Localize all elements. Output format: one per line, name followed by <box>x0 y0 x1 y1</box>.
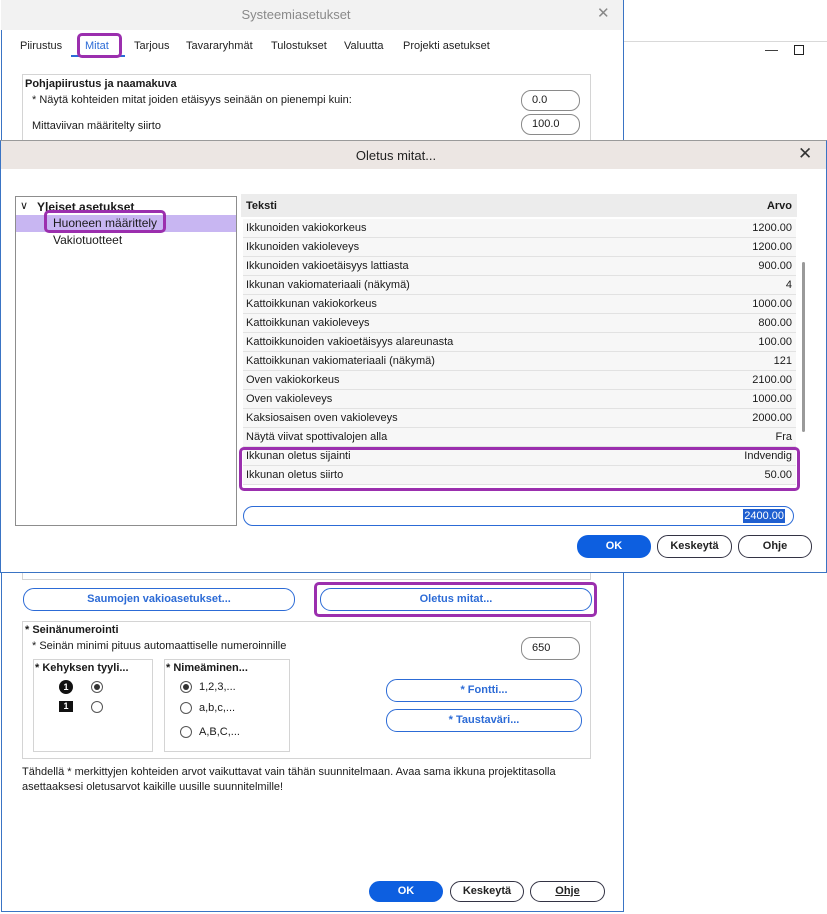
row-value: 2000.00 <box>752 412 792 424</box>
close-icon[interactable]: ✕ <box>597 4 610 22</box>
row-value: Fra <box>775 431 793 443</box>
row-value: 1000.00 <box>752 298 792 310</box>
dialog-titlebar: Oletus mitat... ✕ <box>1 141 826 169</box>
dimension-threshold-input[interactable]: 0.0 <box>521 90 580 111</box>
row-value: 100.00 <box>758 336 792 348</box>
table-row[interactable]: Näytä viivat spottivalojen alla Fra <box>243 428 796 447</box>
column-header-arvo: Arvo <box>766 200 792 212</box>
joint-defaults-button[interactable]: Saumojen vakioasetukset... <box>23 588 295 611</box>
dimensions-grid: Teksti Arvo Ikkunoiden vakiokorkeus 1200.… <box>241 194 801 489</box>
naming-option-label: A,B,C,... <box>199 726 240 738</box>
row-value: 900.00 <box>758 260 792 272</box>
row-text: Ikkunan vakiomateriaali (näkymä) <box>246 279 410 291</box>
default-dimensions-dialog: Oletus mitat... ✕ ∨ Yleiset asetukset Hu… <box>0 140 827 573</box>
table-row[interactable]: Kattoikkunan vakioleveys 800.00 <box>243 314 796 333</box>
frame-square-radio[interactable] <box>91 701 103 713</box>
naming-option-label: 1,2,3,... <box>199 681 236 693</box>
footer-note: Tähdellä * merkittyjen kohteiden arvot v… <box>22 766 556 793</box>
highlight-outline <box>239 447 800 491</box>
settings-tree: ∨ Yleiset asetukset Huoneen määrittely V… <box>15 196 237 526</box>
row-text: Näytä viivat spottivalojen alla <box>246 431 388 443</box>
row-value: 2100.00 <box>752 374 792 386</box>
dialog-ok-button[interactable]: OK <box>577 535 651 558</box>
row-text: Kattoikkunoiden vakioetäisyys alareunast… <box>246 336 454 348</box>
row-text: Oven vakioleveys <box>246 393 333 405</box>
dialog-help-button[interactable]: Ohje <box>738 535 812 558</box>
row-text: Kattoikkunan vakioleveys <box>246 317 370 329</box>
min-length-input[interactable]: 650 <box>521 637 580 660</box>
wall-numbering-title: * Seinänumerointi <box>25 624 119 636</box>
row-value: 121 <box>773 355 792 367</box>
grid-header: Teksti Arvo <box>241 194 797 217</box>
table-row[interactable]: Oven vakioleveys 1000.00 <box>243 390 796 409</box>
row-text: Oven vakiokorkeus <box>246 374 340 386</box>
row-text: Ikkunoiden vakioetäisyys lattiasta <box>246 260 409 272</box>
row-text: Ikkunoiden vakioleveys <box>246 241 360 253</box>
dialog-title: Oletus mitat... <box>355 148 437 163</box>
close-icon[interactable]: ✕ <box>798 144 812 164</box>
ok-button[interactable]: OK <box>369 881 443 902</box>
cancel-button[interactable]: Keskeytä <box>450 881 524 902</box>
row-text: Kattoikkunan vakiokorkeus <box>246 298 377 310</box>
table-row[interactable]: Kattoikkunan vakiomateriaali (näkymä) 121 <box>243 352 796 371</box>
row-text: Kattoikkunan vakiomateriaali (näkymä) <box>246 355 435 367</box>
group-edge <box>22 572 591 580</box>
font-button[interactable]: * Fontti... <box>386 679 582 702</box>
help-button[interactable]: Ohje <box>530 881 605 902</box>
table-row[interactable]: Oven vakiokorkeus 2100.00 <box>243 371 796 390</box>
dimension-offset-label: Mittaviivan määritelty siirto <box>32 120 161 132</box>
section-title: Pohjapiirustus ja naamakuva <box>25 78 177 90</box>
table-row[interactable]: Kaksiosaisen oven vakioleveys 2000.00 <box>243 409 796 428</box>
titlebar: Systeemiasetukset ✕ <box>1 0 623 30</box>
highlight-outline <box>77 33 122 58</box>
tab-tarjous[interactable]: Tarjous <box>134 40 169 52</box>
tab-projekti-asetukset[interactable]: Projekti asetukset <box>403 40 490 52</box>
chevron-down-icon[interactable]: ∨ <box>20 198 28 215</box>
table-row[interactable]: Ikkunoiden vakioleveys 1200.00 <box>243 238 796 257</box>
background-color-button[interactable]: * Taustaväri... <box>386 709 582 732</box>
naming-uppercase-radio[interactable] <box>180 726 192 738</box>
tab-valuutta[interactable]: Valuutta <box>344 40 384 52</box>
circle-frame-icon: 1 <box>59 680 73 694</box>
square-frame-icon: 1 <box>59 701 73 712</box>
tree-item-vakiotuotteet[interactable]: Vakiotuotteet <box>16 232 236 249</box>
row-value: 1200.00 <box>752 222 792 234</box>
minimize-icon[interactable]: — <box>765 42 778 57</box>
tree-item-label: Vakiotuotteet <box>53 233 123 247</box>
table-row[interactable]: Kattoikkunan vakiokorkeus 1000.00 <box>243 295 796 314</box>
naming-lowercase-radio[interactable] <box>180 702 192 714</box>
frame-circle-radio[interactable] <box>91 681 103 693</box>
row-text: Kaksiosaisen oven vakioleveys <box>246 412 398 424</box>
scrollbar[interactable] <box>802 262 805 432</box>
row-value: 1000.00 <box>752 393 792 405</box>
dimension-threshold-label: * Näytä kohteiden mitat joiden etäisyys … <box>32 94 352 106</box>
min-length-label: * Seinän minimi pituus automaattiselle n… <box>32 640 287 652</box>
value-edit-input[interactable]: 2400.00 <box>243 506 794 526</box>
naming-option-label: a,b,c,... <box>199 702 236 714</box>
highlight-outline <box>44 210 166 233</box>
column-header-teksti: Teksti <box>246 200 277 212</box>
table-row[interactable]: Ikkunan vakiomateriaali (näkymä) 4 <box>243 276 796 295</box>
naming-numbers-radio[interactable] <box>180 681 192 693</box>
table-row[interactable]: Ikkunoiden vakiokorkeus 1200.00 <box>243 219 796 238</box>
row-value: 800.00 <box>758 317 792 329</box>
dimension-offset-input[interactable]: 100.0 <box>521 114 580 135</box>
row-value: 4 <box>785 279 792 291</box>
maximize-icon[interactable] <box>794 45 804 55</box>
dialog-cancel-button[interactable]: Keskeytä <box>657 535 732 558</box>
table-row[interactable]: Ikkunoiden vakioetäisyys lattiasta 900.00 <box>243 257 796 276</box>
background-window <box>624 0 827 140</box>
tab-tulostukset[interactable]: Tulostukset <box>271 40 327 52</box>
frame-style-title: * Kehyksen tyyli... <box>35 662 129 674</box>
tab-tavararyhmat[interactable]: Tavararyhmät <box>186 40 253 52</box>
selected-value-text: 2400.00 <box>743 509 785 523</box>
naming-title: * Nimeäminen... <box>166 662 248 674</box>
window-title: Systeemiasetukset <box>241 7 351 22</box>
row-value: 1200.00 <box>752 241 792 253</box>
tab-piirustus[interactable]: Piirustus <box>20 40 62 52</box>
table-row[interactable]: Kattoikkunoiden vakioetäisyys alareunast… <box>243 333 796 352</box>
row-text: Ikkunoiden vakiokorkeus <box>246 222 367 234</box>
highlight-outline <box>314 582 597 617</box>
